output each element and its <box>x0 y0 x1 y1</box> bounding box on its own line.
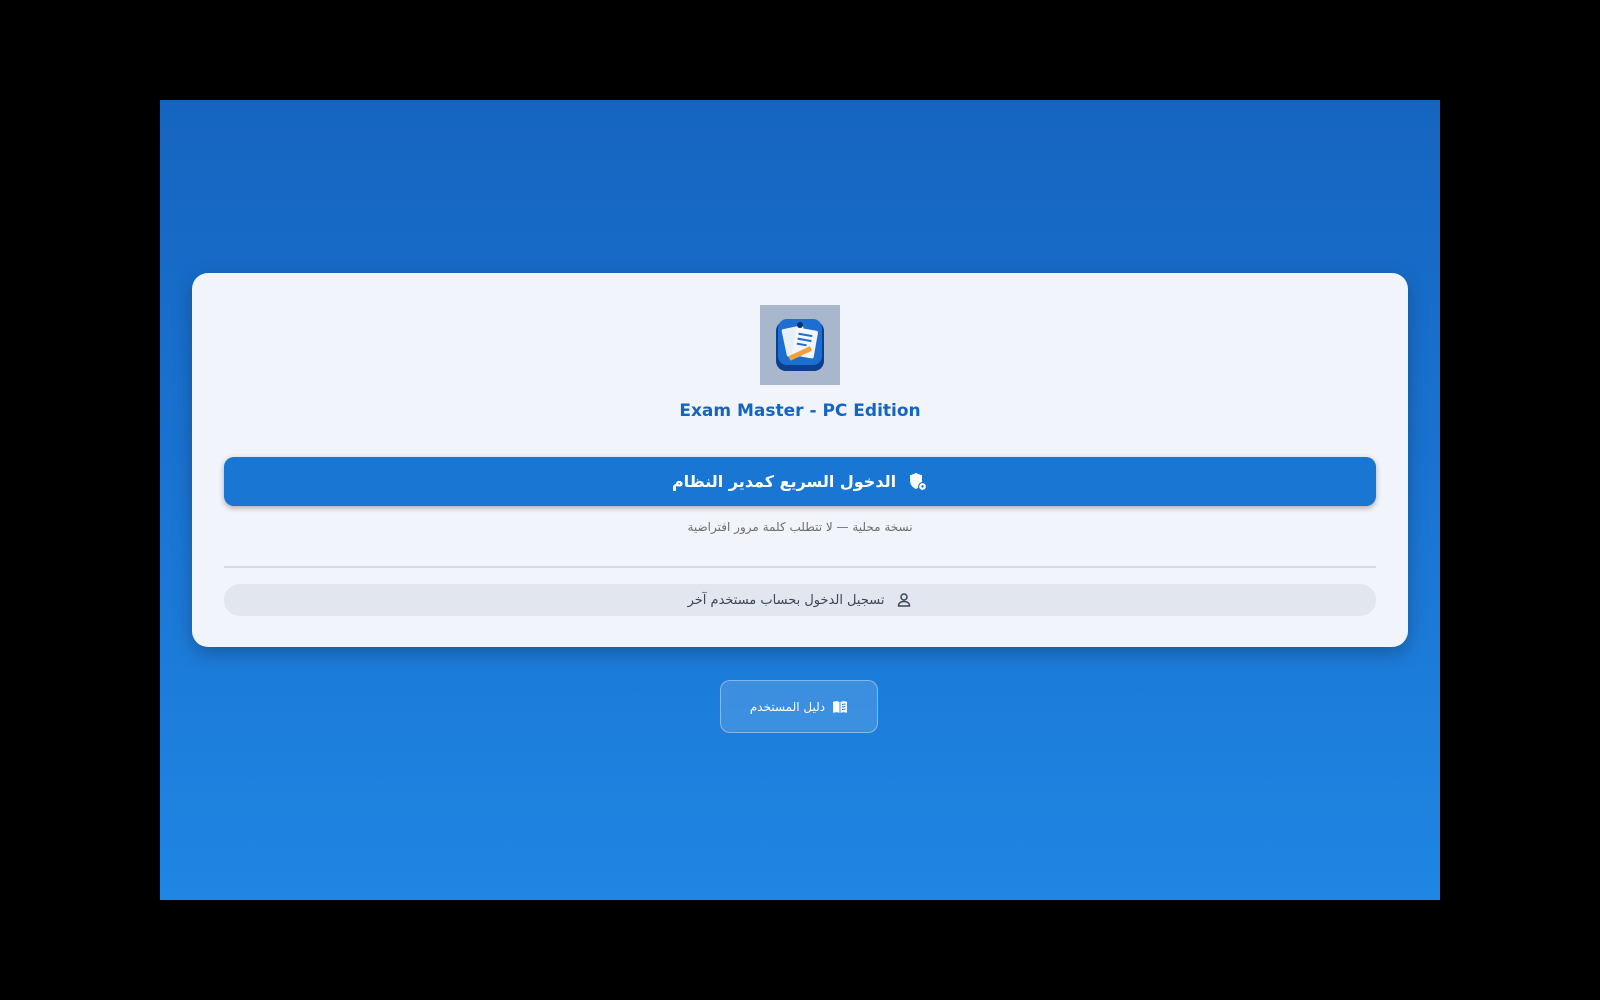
login-card: Exam Master - PC Edition الدخول السريع ك… <box>192 273 1408 647</box>
divider <box>224 566 1376 568</box>
other-user-login-button[interactable]: تسجيل الدخول بحساب مستخدم آخر <box>224 584 1376 616</box>
app-window: Exam Master - PC Edition الدخول السريع ك… <box>160 100 1440 900</box>
other-user-login-label: تسجيل الدخول بحساب مستخدم آخر <box>687 592 885 608</box>
user-guide-label: دليل المستخدم <box>749 699 826 714</box>
user-icon <box>896 592 912 608</box>
local-version-note: نسخة محلية — لا تتطلب كلمة مرور افتراضية <box>687 520 913 534</box>
user-guide-button[interactable]: دليل المستخدم <box>720 680 878 733</box>
admin-shield-icon <box>908 472 928 492</box>
book-icon <box>832 700 848 714</box>
app-title: Exam Master - PC Edition <box>679 401 921 421</box>
exam-app-logo-icon <box>776 319 824 371</box>
quick-admin-login-label: الدخول السريع كمدير النظام <box>671 472 897 491</box>
quick-admin-login-button[interactable]: الدخول السريع كمدير النظام <box>224 457 1376 506</box>
app-logo <box>760 305 840 385</box>
